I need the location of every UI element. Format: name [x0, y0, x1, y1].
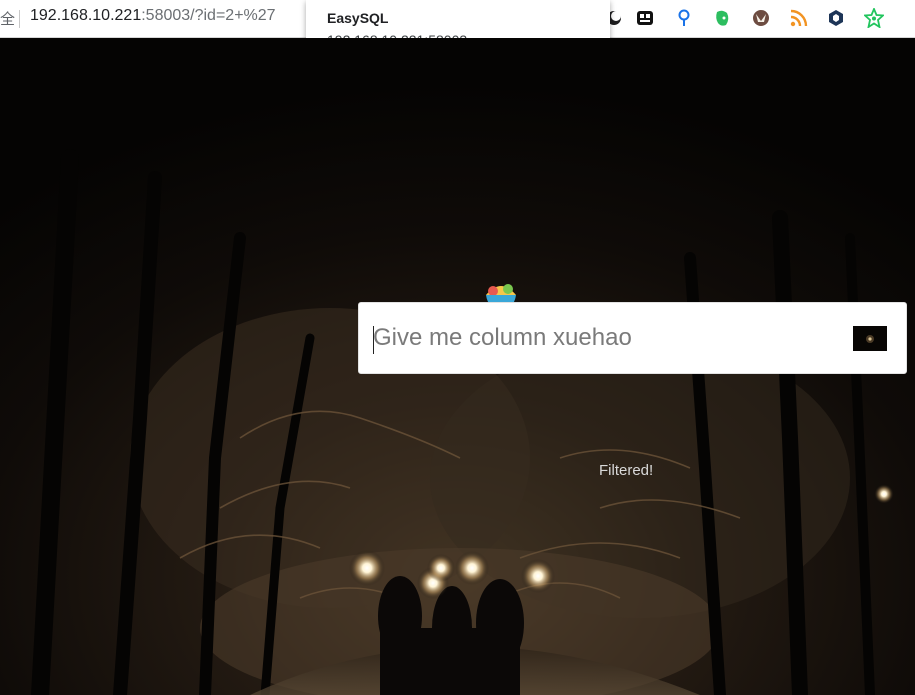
submit-button[interactable] [853, 326, 887, 351]
star-icon[interactable] [864, 8, 884, 28]
query-form [358, 302, 907, 374]
result-message: Filtered! [599, 462, 654, 479]
submit-image-icon [866, 334, 874, 343]
divider [19, 10, 20, 28]
url-path: :58003/?id=2+%27 [141, 7, 276, 24]
rss-icon[interactable] [789, 8, 809, 28]
cube-icon[interactable] [826, 8, 846, 28]
url-field[interactable]: 192.168.10.221:58003/?id=2+%27 [30, 7, 276, 25]
location-pin-icon[interactable] [674, 8, 694, 28]
tab-title: EasySQL [327, 10, 389, 26]
bookmark-icon[interactable] [635, 8, 655, 28]
text-caret [373, 326, 374, 354]
query-input[interactable] [371, 317, 843, 359]
site-info-icon[interactable]: 全 [0, 8, 15, 29]
url-host: 192.168.10.221 [30, 7, 142, 24]
evernote-icon[interactable] [712, 8, 732, 28]
fox-icon[interactable] [751, 8, 771, 28]
